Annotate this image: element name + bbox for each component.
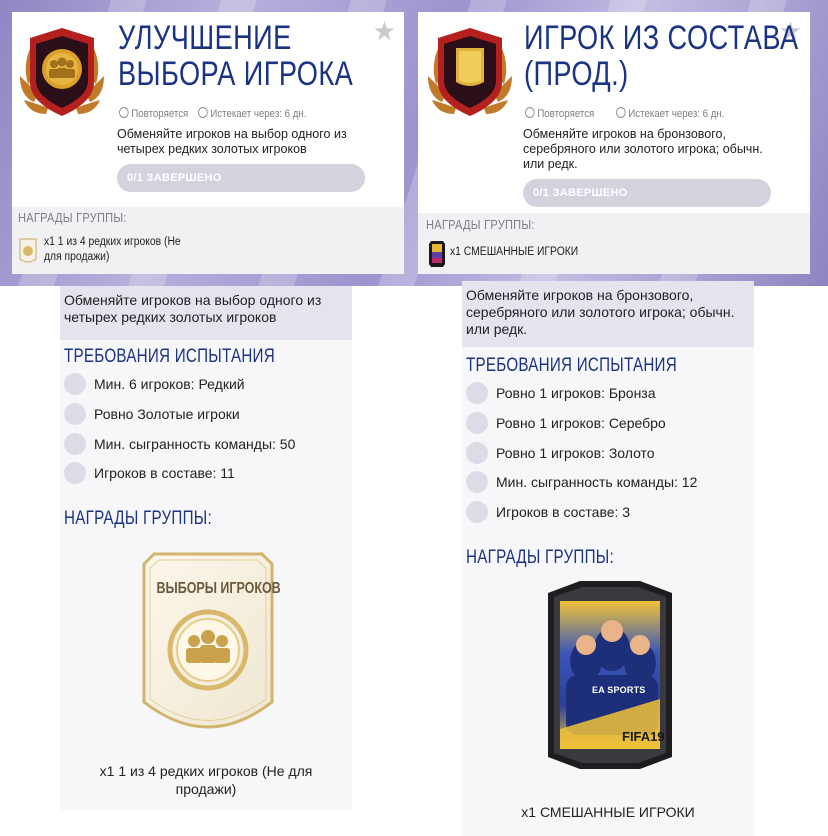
players-badge-icon	[20, 28, 104, 116]
requirements-title: ТРЕБОВАНИЯ ИСПЫТАНИЯ	[64, 346, 275, 367]
group-rewards-title: НАГРАДЫ ГРУППЫ:	[466, 547, 614, 568]
requirement-status-dot	[466, 501, 488, 523]
requirement-item: Ровно 1 игроков: Золото	[466, 441, 655, 465]
challenge-details-panel-2: Обменяйте игроков на бронзового, серебря…	[462, 281, 754, 836]
requirement-status-dot	[466, 471, 488, 493]
card-title: УЛУЧШЕНИЕ ВЫБОРА ИГРОКА	[118, 19, 354, 93]
challenge-description: Обменяйте игроков на бронзового, серебря…	[462, 281, 754, 347]
svg-text:★: ★	[192, 611, 197, 618]
group-rewards-title: НАГРАДЫ ГРУППЫ:	[18, 210, 127, 225]
group-reward-item: x1 1 из 4 редких игроков (Не для продажи…	[44, 236, 181, 263]
card-description: Обменяйте игроков на бронзового, серебря…	[523, 127, 763, 171]
card-title: ИГРОК ИЗ СОСТАВА (ПРОД.)	[524, 19, 799, 93]
requirement-item: Ровно Золотые игроки	[64, 402, 240, 426]
reward-card-title: ВЫБОРЫ ИГРОКОВ	[156, 580, 281, 597]
requirement-status-dot	[466, 442, 488, 464]
group-rewards-title: НАГРАДЫ ГРУППЫ:	[64, 508, 212, 529]
pack-brand: FIFA19	[622, 729, 665, 744]
requirement-status-dot	[64, 462, 86, 484]
reward-caption: x1 1 из 4 редких игроков (Не для продажи…	[99, 763, 313, 797]
group-rewards-footer: НАГРАДЫ ГРУППЫ: x1 СМЕШАННЫЕ ИГРОКИ	[418, 213, 810, 274]
sbc-card-player-pick-upgrade[interactable]: ★ УЛУЧШЕНИЕ ВЫБОРА ИГРОКА Повторяется Ис…	[12, 12, 404, 274]
requirement-item: Игроков в составе: 11	[64, 461, 235, 485]
pack-sponsor: EA SPORTS	[592, 685, 646, 695]
repeat-icon	[525, 107, 535, 118]
challenge-details-panel-1: Обменяйте игроков на выбор одного из чет…	[60, 286, 352, 810]
expiry-status: Истекает через: 6 дн.	[616, 107, 724, 120]
timer-icon	[198, 107, 208, 118]
player-picks-reward-card[interactable]: ★ ★ ★ ★ ★ ВЫБОРЫ ИГРОКОВ	[142, 552, 281, 744]
repeat-status: Повторяется	[525, 107, 594, 120]
timer-icon	[616, 107, 626, 118]
requirements-title: ТРЕБОВАНИЯ ИСПЫТАНИЯ	[466, 355, 677, 376]
requirement-status-dot	[466, 412, 488, 434]
requirement-item: Ровно 1 игроков: Серебро	[466, 411, 666, 435]
svg-text:★: ★	[212, 609, 217, 616]
group-rewards-title: НАГРАДЫ ГРУППЫ:	[426, 217, 535, 232]
mixed-players-pack[interactable]: EA SPORTS FIFA19	[540, 579, 680, 771]
requirement-item: Ровно 1 игроков: Бронза	[466, 381, 656, 405]
requirement-item: Мин. сыгранность команды: 12	[466, 470, 697, 494]
challenge-description: Обменяйте игроков на выбор одного из чет…	[60, 286, 352, 340]
requirement-status-dot	[64, 403, 86, 425]
svg-text:★: ★	[200, 609, 205, 616]
svg-text:★: ★	[220, 611, 225, 618]
requirement-item: Мин. 6 игроков: Редкий	[64, 372, 245, 396]
requirement-status-dot	[64, 433, 86, 455]
progress-bar: 0/1 ЗАВЕРШЕНО	[523, 179, 771, 207]
repeat-status: Повторяется	[119, 107, 188, 120]
gold-card-badge-icon	[428, 28, 512, 116]
gold-card-badge-icon	[19, 238, 37, 263]
requirement-item: Игроков в составе: 3	[466, 500, 630, 524]
group-reward-item: x1 СМЕШАННЫЕ ИГРОКИ	[450, 246, 579, 258]
star-icon[interactable]: ★	[373, 18, 396, 44]
requirement-status-dot	[64, 373, 86, 395]
expiry-status: Истекает через: 6 дн.	[198, 107, 306, 120]
repeat-icon	[119, 107, 129, 118]
progress-bar: 0/1 ЗАВЕРШЕНО	[117, 164, 365, 192]
sbc-card-squad-player[interactable]: ★ ИГРОК ИЗ СОСТАВА (ПРОД.) Повторяется И…	[418, 12, 810, 274]
mixed-pack-icon	[429, 241, 445, 267]
card-description: Обменяйте игроков на выбор одного из чет…	[117, 127, 347, 156]
group-rewards-footer: НАГРАДЫ ГРУППЫ: x1 1 из 4 редких игроков…	[12, 207, 404, 274]
requirement-item: Мин. сыгранность команды: 50	[64, 432, 295, 456]
requirement-status-dot	[466, 382, 488, 404]
reward-caption: x1 СМЕШАННЫЕ ИГРОКИ	[521, 804, 695, 820]
svg-text:★: ★	[206, 608, 211, 615]
